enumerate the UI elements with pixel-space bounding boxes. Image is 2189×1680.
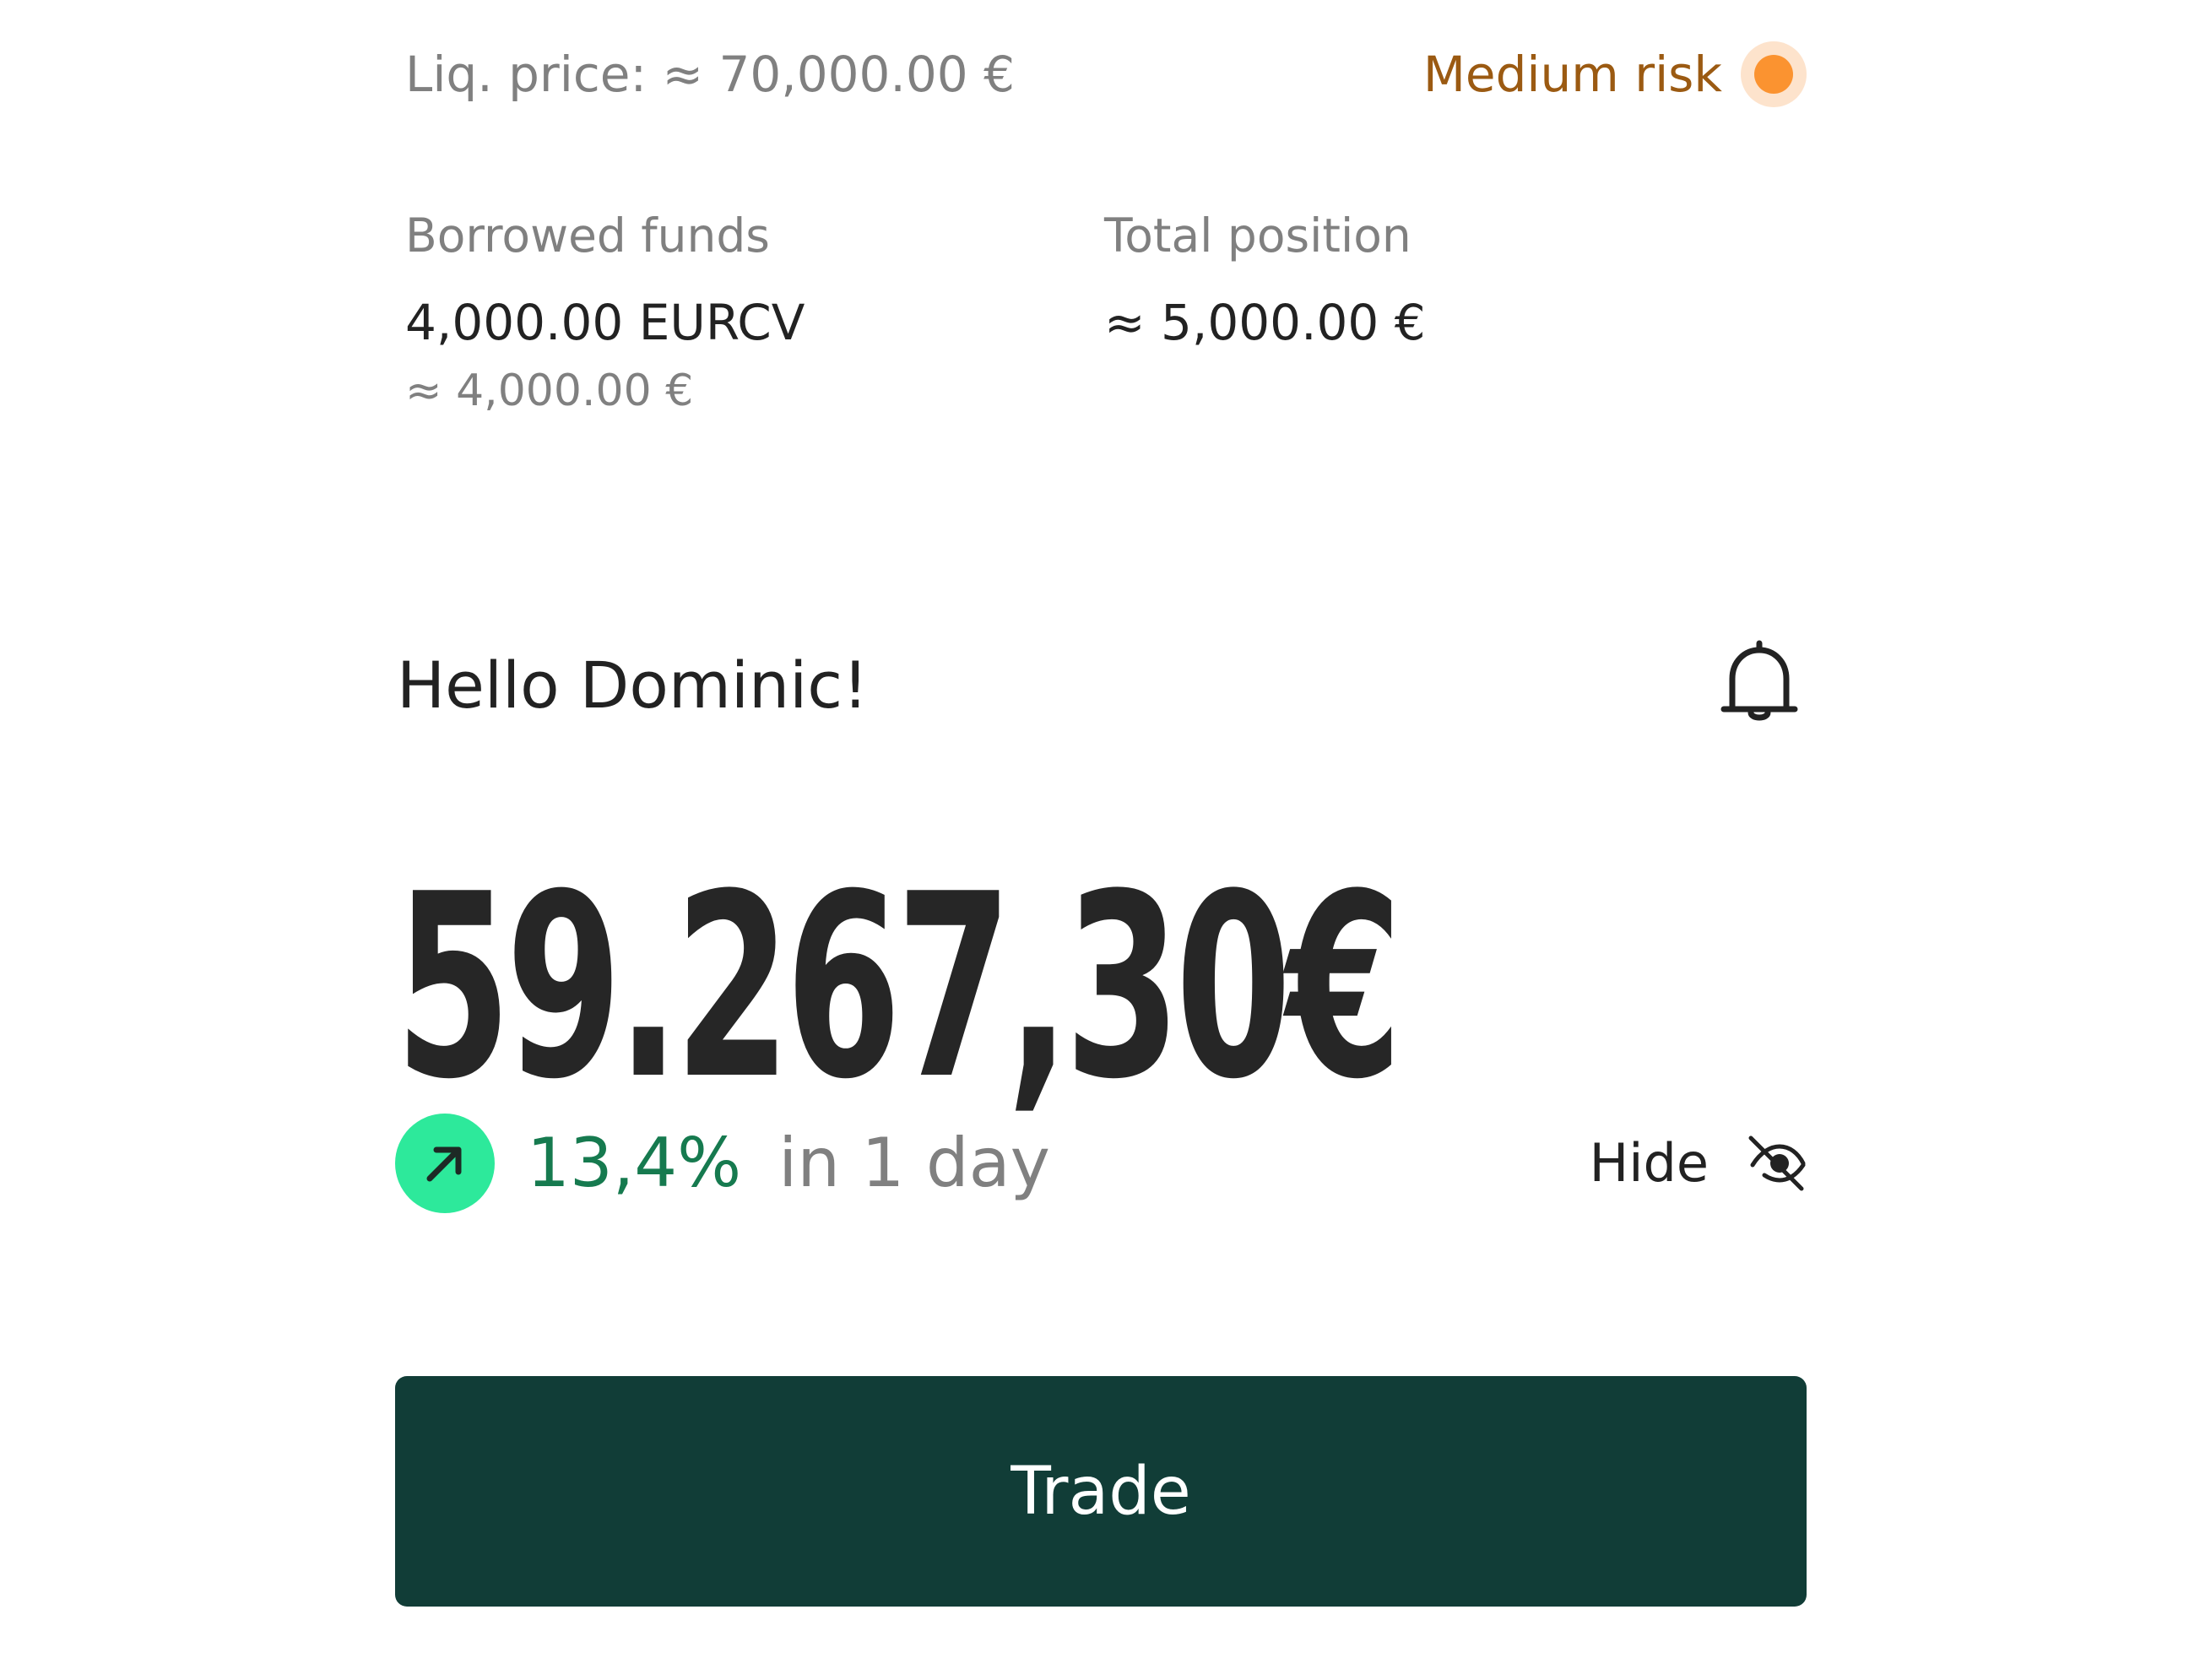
portfolio-change: 13,4% in 1 day (395, 1113, 1050, 1214)
borrowed-funds-label: Borrowed funds (405, 209, 770, 263)
risk-dot-icon (1741, 41, 1807, 107)
greeting: Hello Dominic! (397, 648, 869, 723)
portfolio-balance: 59.267,30€ (395, 840, 1402, 1135)
arrow-up-right-icon (395, 1114, 495, 1213)
risk-label: Medium risk (1422, 46, 1722, 103)
liquidation-row: Liq. price: ≈ 70,000.00 € Medium risk (405, 41, 1807, 108)
eye-off-icon (1748, 1135, 1806, 1191)
liquidation-price: Liq. price: ≈ 70,000.00 € (405, 46, 1015, 103)
risk-indicator: Medium risk (1423, 41, 1807, 108)
total-position-value: ≈ 5,000.00 € (1104, 294, 1426, 351)
risk-dot-core (1754, 55, 1793, 94)
hide-balance-toggle[interactable]: Hide (1590, 1113, 1807, 1214)
bell-icon (1720, 640, 1798, 721)
trade-button-label: Trade (1011, 1453, 1191, 1530)
borrowed-funds-fiat: ≈ 4,000.00 € (405, 366, 694, 416)
change-period: in 1 day (778, 1124, 1050, 1202)
total-position-label: Total position (1104, 209, 1411, 263)
borrowed-funds-value: 4,000.00 EURCV (405, 294, 805, 351)
arrow-up-right-glyph (426, 1146, 462, 1182)
notifications-button[interactable] (1712, 635, 1807, 729)
change-percent: 13,4% (527, 1124, 742, 1202)
screen-content: Liq. price: ≈ 70,000.00 € Medium risk Bo… (395, 0, 1807, 1680)
trade-button[interactable]: Trade (395, 1376, 1807, 1607)
hide-label: Hide (1589, 1132, 1709, 1194)
